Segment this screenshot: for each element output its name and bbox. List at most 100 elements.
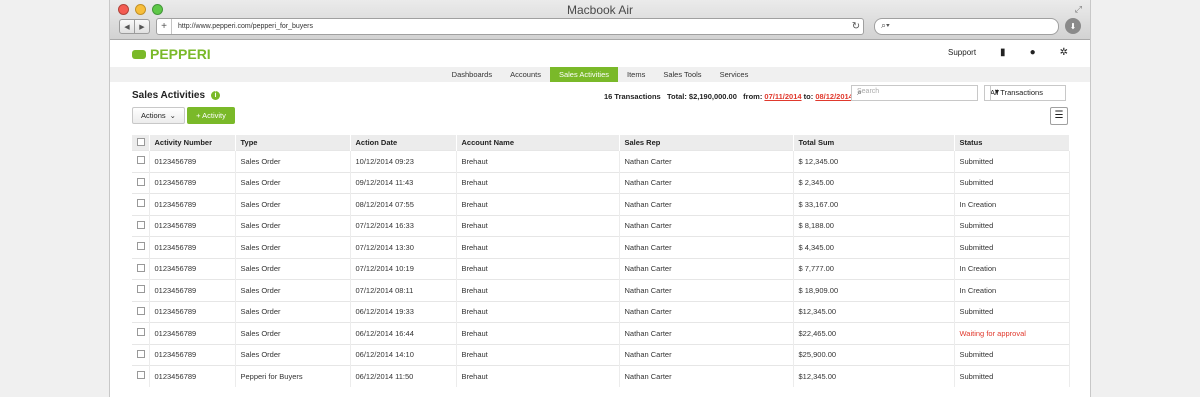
logo-text: PEPPERI (150, 46, 211, 62)
table-cell: Nathan Carter (619, 257, 794, 280)
table-row[interactable]: 0123456789 Sales Order 09/12/2014 11:43 Bre… (132, 171, 1070, 194)
row-checkbox[interactable] (132, 214, 150, 237)
table-row[interactable]: 0123456789 Sales Order 07/12/2014 16:33 Bre… (132, 214, 1070, 237)
column-header[interactable]: Action Date (350, 135, 457, 151)
table-cell: Sales Order (235, 257, 351, 280)
table-cell: Brehaut (456, 279, 620, 301)
table-cell: 08/12/2014 07:55 (350, 193, 457, 215)
add-activity-button[interactable]: + Activity (187, 107, 235, 124)
table-cell: 0123456789 (149, 279, 236, 301)
menu-items[interactable]: Items (618, 67, 654, 82)
to-date-link[interactable]: 08/12/2014 (815, 92, 853, 101)
table-cell: $ 7,777.00 (793, 257, 955, 280)
table-cell: 0123456789 (149, 150, 236, 172)
table-row[interactable]: 0123456789 Sales Order 06/12/2014 19:33 Bre… (132, 300, 1070, 323)
table-cell: $12,345.00 (793, 300, 955, 323)
table-cell: Submitted (954, 300, 1070, 323)
table-cell: Sales Order (235, 193, 351, 215)
document-icon[interactable]: ▮ (1000, 47, 1006, 58)
search-input[interactable]: Search ⌕ (851, 85, 978, 101)
table-cell: 0123456789 (149, 193, 236, 215)
back-button[interactable]: ◀ (119, 19, 135, 34)
window-title: Macbook Air (566, 3, 634, 17)
row-checkbox[interactable] (132, 150, 150, 172)
column-header[interactable]: Type (235, 135, 351, 151)
row-checkbox[interactable] (132, 171, 150, 194)
reload-icon[interactable]: ↻ (849, 21, 863, 32)
menu-services[interactable]: Services (711, 67, 758, 82)
table-cell: Nathan Carter (619, 365, 794, 387)
browser-window: Macbook Air ⤢ ◀ ▶ + http://www.pepperi.c… (110, 0, 1090, 397)
table-cell: Brehaut (456, 322, 620, 344)
transaction-count: 16 Transactions (604, 92, 661, 101)
support-link[interactable]: Support (948, 48, 976, 57)
table-row[interactable]: 0123456789 Pepperi for Buyers 06/12/2014 1… (132, 365, 1070, 387)
table-cell: 0123456789 (149, 214, 236, 237)
row-checkbox[interactable] (132, 193, 150, 215)
table-row[interactable]: 0123456789 Sales Order 07/12/2014 10:19 Bre… (132, 257, 1070, 280)
row-checkbox[interactable] (132, 343, 150, 366)
column-header[interactable]: Sales Rep (619, 135, 794, 151)
column-header[interactable]: Total Sum (793, 135, 955, 151)
search-icon[interactable]: ⌕ (857, 87, 972, 98)
total-value: $2,190,000.00 (688, 92, 737, 101)
table-cell: Sales Order (235, 322, 351, 344)
downloads-icon[interactable]: ⬇ (1065, 18, 1081, 34)
table-row[interactable]: 0123456789 Sales Order 10/12/2014 09:23 Bre… (132, 150, 1070, 172)
table-row[interactable]: 0123456789 Sales Order 07/12/2014 08:11 Bre… (132, 279, 1070, 301)
search-icon: ⌕▾ (881, 20, 890, 30)
table-cell: $12,345.00 (793, 365, 955, 387)
column-header[interactable]: Activity Number (149, 135, 236, 151)
table-cell: $ 18,909.00 (793, 279, 955, 301)
table-row[interactable]: 0123456789 Sales Order 06/12/2014 14:10 Bre… (132, 343, 1070, 366)
select-all-checkbox[interactable] (132, 135, 150, 151)
browser-search-field[interactable]: ⌕▾ (874, 18, 1059, 35)
table-row[interactable]: 0123456789 Sales Order 06/12/2014 16:44 Bre… (132, 322, 1070, 344)
table-cell: In Creation (954, 279, 1070, 301)
row-checkbox[interactable] (132, 257, 150, 280)
table-cell: Sales Order (235, 279, 351, 301)
table-cell: 07/12/2014 13:30 (350, 236, 457, 258)
table-cell: Nathan Carter (619, 214, 794, 237)
activities-table: Activity Number Type Action Date Account… (132, 135, 1070, 387)
settings-icon[interactable]: ✲ (1060, 47, 1068, 58)
table-cell: Nathan Carter (619, 150, 794, 172)
user-icon[interactable]: ● (1030, 47, 1036, 58)
pepperi-logo-icon (132, 49, 146, 59)
page-title-text: Sales Activities (132, 90, 206, 101)
row-checkbox[interactable] (132, 322, 150, 344)
table-cell: Brehaut (456, 300, 620, 323)
table-cell: $ 4,345.00 (793, 236, 955, 258)
column-header[interactable]: Account Name (456, 135, 620, 151)
logo[interactable]: PEPPERI (132, 46, 211, 62)
column-header[interactable]: Status (954, 135, 1070, 151)
row-checkbox[interactable] (132, 300, 150, 323)
row-checkbox[interactable] (132, 236, 150, 258)
menu-sales-activities[interactable]: Sales Activities (549, 67, 618, 82)
table-cell: Nathan Carter (619, 193, 794, 215)
list-view-icon[interactable]: ☰ (1050, 107, 1068, 125)
table-row[interactable]: 0123456789 Sales Order 08/12/2014 07:55 Bre… (132, 193, 1070, 215)
new-tab-icon[interactable]: + (157, 19, 172, 34)
menu-accounts[interactable]: Accounts (501, 67, 550, 82)
table-cell: 06/12/2014 16:44 (350, 322, 457, 344)
table-cell: Brehaut (456, 171, 620, 194)
table-cell: Nathan Carter (619, 171, 794, 194)
forward-button[interactable]: ▶ (135, 19, 150, 34)
app-header: PEPPERI Support ▮ ● ✲ (110, 40, 1090, 67)
row-checkbox[interactable] (132, 279, 150, 301)
url-text[interactable]: http://www.pepperi.com/pepperi_for_buyer… (172, 23, 849, 30)
menu-dashboards[interactable]: Dashboards (443, 67, 501, 82)
address-bar[interactable]: + http://www.pepperi.com/pepperi_for_buy… (156, 18, 864, 35)
from-date-link[interactable]: 07/11/2014 (764, 92, 801, 101)
table-row[interactable]: 0123456789 Sales Order 07/12/2014 13:30 Bre… (132, 236, 1070, 258)
table-cell: Brehaut (456, 343, 620, 366)
menu-sales-tools[interactable]: Sales Tools (654, 67, 710, 82)
actions-dropdown-button[interactable]: Actions ⌄ (132, 107, 185, 124)
table-cell: Submitted (954, 343, 1070, 366)
header-actions: Support ▮ ● ✲ (948, 47, 1068, 58)
info-icon[interactable]: i (211, 90, 221, 100)
row-checkbox[interactable] (132, 365, 150, 387)
fullscreen-icon[interactable]: ⤢ (1075, 4, 1082, 15)
transactions-filter-select[interactable]: All Transactions ▼ (984, 85, 1066, 101)
